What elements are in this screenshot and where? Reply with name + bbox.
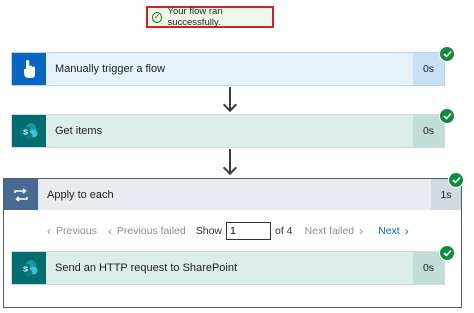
svg-text:S: S bbox=[23, 127, 28, 136]
svg-text:S: S bbox=[23, 264, 28, 273]
sharepoint-icon: S bbox=[12, 115, 46, 147]
step-label: Manually trigger a flow bbox=[55, 63, 166, 75]
chevron-right-icon: › bbox=[359, 224, 364, 238]
next-button[interactable]: Next bbox=[378, 225, 400, 237]
flow-arrowhead bbox=[222, 97, 238, 113]
chevron-left-icon: ‹ bbox=[47, 224, 51, 238]
iteration-number-input[interactable] bbox=[226, 222, 271, 240]
step-manual-trigger[interactable]: Manually trigger a flow 0s bbox=[11, 52, 445, 86]
iteration-total: of 4 bbox=[275, 225, 293, 237]
success-toast: ✓ Your flow ran successfully. bbox=[146, 6, 274, 28]
success-badge bbox=[448, 172, 464, 188]
success-badge bbox=[439, 108, 455, 124]
step-label: Send an HTTP request to SharePoint bbox=[55, 262, 238, 274]
sharepoint-icon: S bbox=[12, 252, 46, 284]
loop-icon bbox=[4, 179, 38, 210]
chevron-left-icon: ‹ bbox=[107, 224, 112, 238]
step-send-http-request[interactable]: S Send an HTTP request to SharePoint 0s bbox=[11, 251, 445, 285]
success-badge bbox=[439, 46, 455, 62]
flow-arrowhead bbox=[222, 160, 238, 176]
chevron-right-icon: › bbox=[404, 224, 409, 238]
next-failed-button[interactable]: Next failed bbox=[305, 225, 355, 237]
previous-button[interactable]: Previous bbox=[56, 225, 97, 237]
touch-icon bbox=[12, 53, 46, 85]
apply-to-each-header[interactable]: Apply to each 1s bbox=[4, 179, 461, 210]
iteration-pager: ‹ Previous ‹ Previous failed Show of 4 N… bbox=[4, 219, 461, 243]
apply-to-each-scope: Apply to each 1s ‹ Previous ‹ Previous f… bbox=[3, 178, 462, 308]
step-label: Get items bbox=[55, 125, 103, 137]
success-badge bbox=[439, 245, 455, 261]
previous-failed-button[interactable]: Previous failed bbox=[117, 225, 186, 237]
check-circle-icon: ✓ bbox=[152, 11, 163, 23]
show-label: Show bbox=[195, 225, 222, 237]
apply-to-each-label: Apply to each bbox=[47, 188, 114, 201]
step-get-items[interactable]: S Get items 0s bbox=[11, 114, 445, 148]
toast-message: Your flow ran successfully. bbox=[167, 6, 223, 28]
